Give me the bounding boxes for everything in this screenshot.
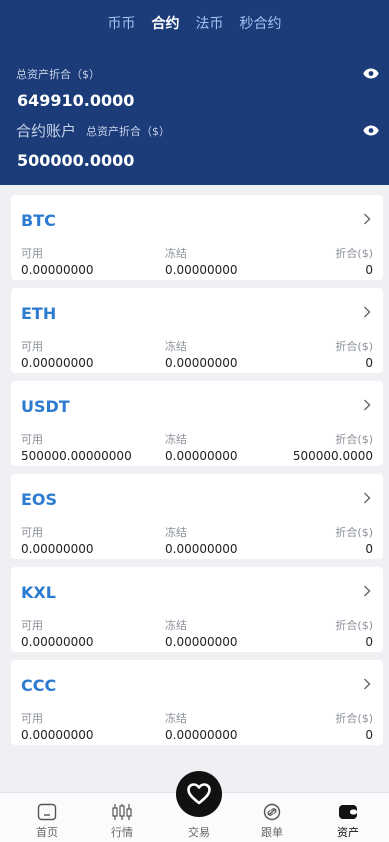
asset-name: BTC	[21, 211, 56, 230]
asset-name: ETH	[21, 304, 57, 323]
asset-name: CCC	[21, 676, 57, 695]
converted-value: 0	[365, 263, 373, 277]
available-value: 0.00000000	[21, 356, 94, 370]
contract-assets-value: 500000.0000	[17, 151, 135, 170]
frozen-label: 冻结	[165, 526, 187, 539]
nav-home[interactable]: 首页	[17, 803, 77, 840]
eye-icon[interactable]	[363, 125, 379, 136]
contract-total-label: 总资产折合（$）	[86, 124, 171, 138]
asset-name: USDT	[21, 397, 70, 416]
converted-value: 0	[365, 635, 373, 649]
frozen-label: 冻结	[165, 712, 187, 725]
nav-market[interactable]: 行情	[92, 803, 152, 840]
chevron-right-icon	[364, 213, 371, 225]
trade-button[interactable]	[176, 771, 222, 817]
tab-spot[interactable]: 币币	[100, 13, 144, 35]
asset-name: KXL	[21, 583, 56, 602]
available-value: 0.00000000	[21, 728, 94, 742]
nav-assets-label: 资产	[337, 826, 359, 839]
asset-card-eos[interactable]: EOS 可用 冻结 折合($) 0.00000000 0.00000000 0	[11, 474, 383, 559]
available-value: 500000.00000000	[21, 449, 132, 463]
chevron-right-icon	[364, 399, 371, 411]
chevron-right-icon	[364, 678, 371, 690]
total-assets-value: 649910.0000	[17, 91, 135, 110]
available-value: 0.00000000	[21, 263, 94, 277]
asset-name: EOS	[21, 490, 58, 509]
available-label: 可用	[21, 340, 43, 353]
frozen-value: 0.00000000	[165, 449, 238, 463]
frozen-label: 冻结	[165, 340, 187, 353]
frozen-label: 冻结	[165, 619, 187, 632]
eye-icon[interactable]	[363, 68, 379, 79]
converted-value: 0	[365, 356, 373, 370]
converted-label: 折合($)	[335, 526, 373, 539]
frozen-value: 0.00000000	[165, 635, 238, 649]
chevron-right-icon	[364, 306, 371, 318]
nav-home-label: 首页	[36, 826, 58, 839]
tab-second-contract[interactable]: 秒合约	[232, 13, 290, 35]
tab-contract[interactable]: 合约	[144, 13, 188, 35]
asset-card-kxl[interactable]: KXL 可用 冻结 折合($) 0.00000000 0.00000000 0	[11, 567, 383, 652]
converted-label: 折合($)	[335, 619, 373, 632]
chevron-right-icon	[364, 585, 371, 597]
asset-card-usdt[interactable]: USDT 可用 冻结 折合($) 500000.00000000 0.00000…	[11, 381, 383, 466]
heart-icon	[187, 783, 211, 805]
frozen-value: 0.00000000	[165, 542, 238, 556]
nav-follow-label: 跟单	[261, 826, 283, 839]
link-icon	[263, 803, 281, 821]
wallet-icon	[339, 805, 357, 819]
available-value: 0.00000000	[21, 635, 94, 649]
nav-follow[interactable]: 跟单	[242, 803, 302, 840]
available-label: 可用	[21, 526, 43, 539]
available-label: 可用	[21, 247, 43, 260]
contract-account-title: 合约账户	[16, 122, 77, 140]
converted-label: 折合($)	[335, 712, 373, 725]
header: 币币 合约 法币 秒合约 总资产折合（$） 649910.0000 合约账户 总…	[0, 0, 389, 185]
converted-value: 0	[365, 542, 373, 556]
home-icon	[37, 803, 57, 821]
converted-value: 0	[365, 728, 373, 742]
total-assets-row: 总资产折合（$）	[16, 66, 377, 82]
available-label: 可用	[21, 619, 43, 632]
asset-card-btc[interactable]: BTC 可用 冻结 折合($) 0.00000000 0.00000000 0	[11, 195, 383, 280]
frozen-value: 0.00000000	[165, 263, 238, 277]
asset-card-ccc[interactable]: CCC 可用 冻结 折合($) 0.00000000 0.00000000 0	[11, 660, 383, 745]
nav-assets[interactable]: 资产	[318, 803, 378, 840]
nav-trade-label: 交易	[188, 826, 210, 839]
total-assets-label: 总资产折合（$）	[16, 68, 100, 81]
tab-bar: 币币 合约 法币 秒合约	[0, 13, 389, 35]
candlestick-icon	[112, 804, 132, 820]
nav-market-label: 行情	[111, 826, 133, 839]
frozen-value: 0.00000000	[165, 728, 238, 742]
frozen-label: 冻结	[165, 433, 187, 446]
available-label: 可用	[21, 433, 43, 446]
converted-label: 折合($)	[335, 340, 373, 353]
converted-value: 500000.0000	[292, 449, 373, 463]
frozen-label: 冻结	[165, 247, 187, 260]
converted-label: 折合($)	[335, 247, 373, 260]
converted-label: 折合($)	[335, 433, 373, 446]
asset-card-eth[interactable]: ETH 可用 冻结 折合($) 0.00000000 0.00000000 0	[11, 288, 383, 373]
chevron-right-icon	[364, 492, 371, 504]
frozen-value: 0.00000000	[165, 356, 238, 370]
available-value: 0.00000000	[21, 542, 94, 556]
tab-fiat[interactable]: 法币	[188, 13, 232, 35]
available-label: 可用	[21, 712, 43, 725]
contract-account-row: 合约账户 总资产折合（$）	[16, 120, 377, 141]
